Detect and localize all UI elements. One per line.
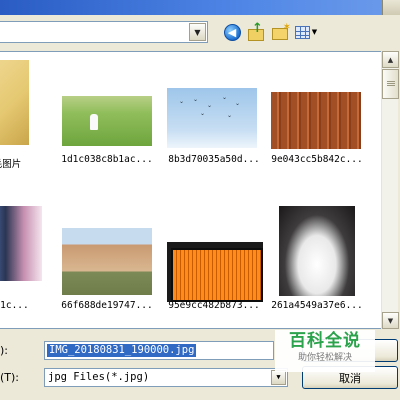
watermark: 百科全说 助你轻松解决 bbox=[275, 330, 375, 372]
title-bar-button[interactable] bbox=[382, 0, 400, 15]
file-name: 8b3d70035a50d... bbox=[168, 154, 260, 165]
image-thumbnail bbox=[0, 206, 42, 281]
file-list[interactable]: 毛图片 1d1c038c8b1ac... ⌄ ⌄ ⌄ ⌄ ⌄ ⌄ ⌄ 8b3d7… bbox=[0, 51, 397, 329]
image-thumbnail bbox=[167, 242, 263, 302]
file-name: 66f688de19747... bbox=[61, 300, 153, 311]
back-arrow-icon: ◀ bbox=[223, 23, 241, 41]
title-bar bbox=[0, 0, 400, 15]
scroll-down-button[interactable]: ▼ bbox=[382, 312, 399, 329]
file-name: a2981c... bbox=[0, 300, 29, 311]
views-menu-button[interactable]: ▼ bbox=[293, 22, 319, 42]
image-thumbnail bbox=[271, 92, 361, 149]
new-folder-button[interactable]: ✶ bbox=[270, 22, 291, 42]
look-in-combo[interactable]: ▼ bbox=[0, 21, 208, 43]
file-name: 毛图片 bbox=[0, 159, 22, 170]
views-menu-icon bbox=[294, 25, 310, 39]
file-name: 1d1c038c8b1ac... bbox=[61, 154, 153, 165]
file-name: 261a4549a37e6... bbox=[271, 300, 363, 311]
filetype-value: jpg Files(*.jpg) bbox=[48, 371, 150, 383]
folder-icon bbox=[0, 60, 29, 145]
chevron-down-icon: ▼ bbox=[311, 28, 318, 36]
chevron-down-icon[interactable]: ▼ bbox=[189, 23, 206, 41]
vertical-scrollbar[interactable]: ▲ ▼ bbox=[381, 51, 399, 329]
file-name: 95e9cc482b873... bbox=[168, 300, 260, 311]
filetype-label: (T): bbox=[0, 371, 20, 384]
image-thumbnail: ⌄ ⌄ ⌄ ⌄ ⌄ ⌄ ⌄ bbox=[167, 88, 257, 148]
new-folder-icon: ✶ bbox=[272, 22, 291, 40]
image-thumbnail bbox=[62, 96, 152, 146]
scroll-thumb[interactable] bbox=[382, 69, 399, 99]
file-name: 9e043cc5b842c... bbox=[271, 154, 363, 165]
filetype-select[interactable]: jpg Files(*.jpg) ▼ bbox=[44, 368, 288, 387]
toolbar: ▼ ◀ ↑ ✶ ▼ bbox=[0, 15, 400, 51]
back-button[interactable]: ◀ bbox=[222, 22, 242, 42]
filename-value: IMG_20180831_190000.jpg bbox=[45, 343, 198, 358]
filename-label: ): bbox=[0, 344, 8, 357]
chevron-down-icon[interactable]: ▼ bbox=[271, 370, 286, 385]
watermark-title: 百科全说 bbox=[289, 331, 361, 351]
image-thumbnail bbox=[62, 228, 152, 295]
up-folder-button[interactable]: ↑ bbox=[246, 21, 266, 42]
up-folder-icon: ↑ bbox=[248, 21, 264, 41]
filename-input[interactable]: IMG_20180831_190000.jpg bbox=[44, 341, 274, 360]
image-thumbnail bbox=[279, 206, 355, 296]
watermark-subtitle: 助你轻松解决 bbox=[297, 353, 352, 363]
scroll-up-button[interactable]: ▲ bbox=[382, 51, 399, 68]
